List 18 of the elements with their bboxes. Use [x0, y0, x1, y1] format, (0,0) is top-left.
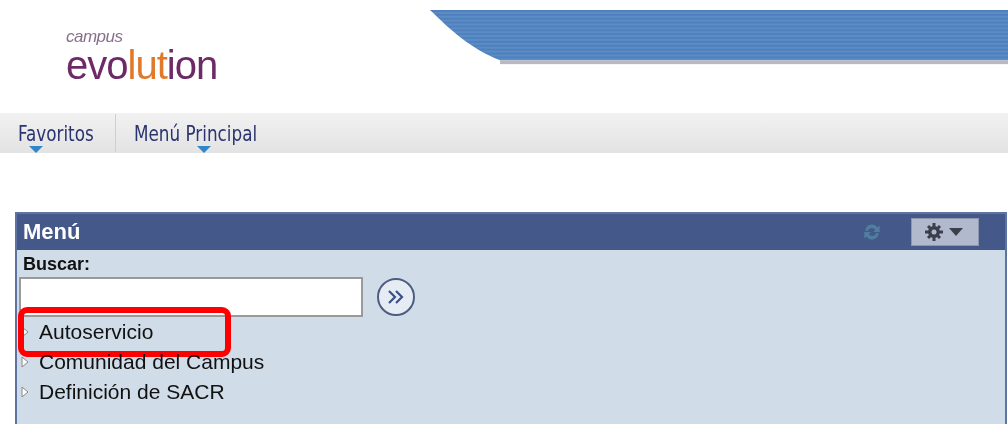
- menu-link[interactable]: Comunidad del Campus: [39, 350, 265, 374]
- nav-menu-item[interactable]: Menú Principal: [134, 120, 258, 146]
- expand-arrow-icon[interactable]: [21, 386, 29, 398]
- caret-icon: [197, 146, 212, 153]
- logo-tagline: campus: [66, 28, 124, 45]
- expand-arrow-icon[interactable]: [21, 356, 29, 368]
- menu-link[interactable]: Autoservicio: [39, 320, 154, 344]
- search-label: Buscar:: [23, 254, 92, 275]
- panel-title: Menú: [23, 219, 82, 245]
- settings-button[interactable]: [911, 218, 979, 246]
- search-field[interactable]: [19, 277, 363, 317]
- menu-link[interactable]: Definición de SACR: [39, 380, 225, 404]
- double-chevron-icon: [386, 289, 406, 305]
- gear-caret-icon: [925, 223, 965, 241]
- caret-icon: [29, 146, 44, 153]
- nav-menu-item[interactable]: Favoritos: [18, 120, 94, 146]
- search-go-button[interactable]: [377, 278, 415, 316]
- logo-wordmark: evolution: [66, 45, 219, 85]
